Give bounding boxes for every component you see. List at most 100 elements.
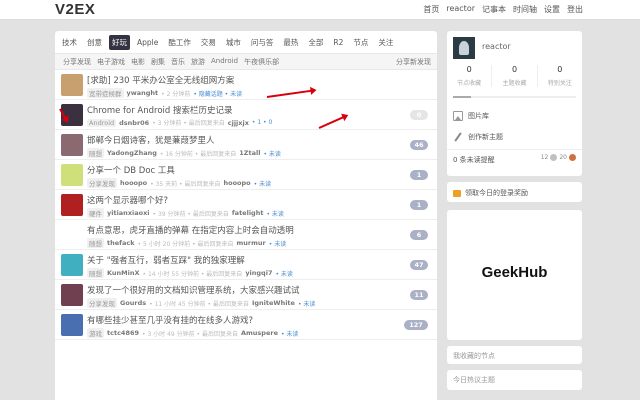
reply-count[interactable]: 127 <box>404 320 428 330</box>
last-reply-user[interactable]: fatelight <box>232 209 264 217</box>
topic-title[interactable]: 这两个显示器哪个好? <box>87 194 168 206</box>
topic-author[interactable]: KunMinX <box>107 269 140 277</box>
last-reply-user[interactable]: cjjjxjx <box>228 119 249 127</box>
topic-author[interactable]: thefack <box>107 239 135 247</box>
node-tag[interactable]: 宽带症候群 <box>87 88 124 98</box>
topic-author[interactable]: Gourds <box>120 299 146 307</box>
node-tag[interactable]: 硬件 <box>87 208 104 218</box>
topic-extra[interactable]: • 未读 <box>275 269 292 278</box>
subtab-music[interactable]: 音乐 <box>171 57 185 67</box>
topic-author[interactable]: tctc4869 <box>107 329 139 337</box>
nav-settings[interactable]: 设置 <box>544 4 560 15</box>
subtab-travel[interactable]: 旅游 <box>191 57 205 67</box>
avatar[interactable] <box>61 254 83 276</box>
topic-extra[interactable]: • 未读 <box>281 329 298 338</box>
tab-deals[interactable]: 交易 <box>198 35 219 50</box>
avatar[interactable] <box>61 224 83 246</box>
topic-title[interactable]: [求助] 230 平米办公室全无线组网方案 <box>87 74 234 86</box>
topic-extra[interactable]: • 隐藏话题 • 未读 <box>193 89 242 98</box>
node-tag[interactable]: 随想 <box>87 268 104 278</box>
node-tag[interactable]: Android <box>87 118 117 127</box>
v2ex-logo[interactable]: V2EX <box>55 1 95 18</box>
node-tag[interactable]: 分享发现 <box>87 298 117 308</box>
subtab-midnight[interactable]: 午夜俱乐部 <box>244 57 279 67</box>
reply-count[interactable]: 47 <box>410 260 428 270</box>
subtab-movies[interactable]: 电影 <box>131 57 145 67</box>
last-reply-user[interactable]: yingqi7 <box>245 269 272 277</box>
tab-r2[interactable]: R2 <box>330 36 346 49</box>
nav-notes[interactable]: 记事本 <box>482 4 506 15</box>
last-reply-user[interactable]: 1Ztall <box>239 149 260 157</box>
balance-badges[interactable]: 12 20 <box>541 154 576 161</box>
avatar[interactable] <box>61 134 83 156</box>
avatar[interactable] <box>61 164 83 186</box>
create-topic-link[interactable]: 创作新主题 <box>453 132 503 142</box>
tab-apple[interactable]: Apple <box>134 36 161 49</box>
tab-follow[interactable]: 关注 <box>375 35 396 50</box>
topic-author[interactable]: YadongZhang <box>107 149 157 157</box>
last-reply-user[interactable]: Amuspere <box>241 329 278 337</box>
topic-title[interactable]: 发现了一个很好用的文档知识管理系统，大家感兴趣试试 <box>87 284 300 296</box>
tab-qna[interactable]: 问与答 <box>248 35 277 50</box>
tab-tech[interactable]: 技术 <box>59 35 80 50</box>
nav-user[interactable]: reactor <box>446 4 475 15</box>
tab-play[interactable]: 好玩 <box>109 35 130 50</box>
ad-card[interactable]: GeekHub <box>447 210 582 340</box>
topic-extra[interactable]: • 未读 <box>269 239 286 248</box>
avatar[interactable] <box>61 314 83 336</box>
stat-node-favs[interactable]: 0 节点收藏 <box>447 65 493 87</box>
share-new-link[interactable]: 分享新发现 <box>396 57 431 67</box>
topic-title[interactable]: 分享一个 DB Doc 工具 <box>87 164 175 176</box>
topic-extra[interactable]: • 1 • 0 <box>252 119 272 126</box>
subtab-share[interactable]: 分享发现 <box>63 57 91 67</box>
topic-extra[interactable]: • 未读 <box>266 209 283 218</box>
reply-count[interactable]: 11 <box>410 290 428 300</box>
node-tag[interactable]: 随想 <box>87 238 104 248</box>
node-tag[interactable]: 游戏 <box>87 328 104 338</box>
tab-creative[interactable]: 创意 <box>84 35 105 50</box>
topic-title[interactable]: Chrome for Android 搜索栏历史记录 <box>87 104 233 116</box>
username[interactable]: reactor <box>482 42 511 51</box>
tab-all[interactable]: 全部 <box>305 35 326 50</box>
topic-author[interactable]: yitianxiaoxi <box>107 209 150 217</box>
topic-author[interactable]: ywanght <box>127 89 159 97</box>
tab-nodes[interactable]: 节点 <box>350 35 371 50</box>
reply-count[interactable]: 1 <box>410 170 428 180</box>
topic-title[interactable]: 邯郸今日烟诗客，犹是蒹葭梦里人 <box>87 134 215 146</box>
reply-count[interactable]: 6 <box>410 230 428 240</box>
avatar[interactable] <box>61 284 83 306</box>
topic-extra[interactable]: • 未读 <box>263 149 280 158</box>
last-reply-user[interactable]: murmur <box>237 239 266 247</box>
topic-title[interactable]: 有哪些挂少甚至几乎没有挂的在线多人游戏? <box>87 314 253 326</box>
nav-logout[interactable]: 登出 <box>567 4 583 15</box>
subtab-android[interactable]: Android <box>211 57 238 67</box>
reply-count[interactable]: 1 <box>410 200 428 210</box>
reply-count[interactable]: 46 <box>410 140 428 150</box>
topic-author[interactable]: dsnbr06 <box>119 119 149 127</box>
subtab-series[interactable]: 剧集 <box>151 57 165 67</box>
topic-extra[interactable]: • 未读 <box>254 179 271 188</box>
daily-reward-link[interactable]: 领取今日的登录奖励 <box>453 188 528 198</box>
nav-home[interactable]: 首页 <box>423 4 439 15</box>
stat-following[interactable]: 0 特别关注 <box>538 65 582 87</box>
topic-title[interactable]: 有点意思，虎牙直播的弹幕 在指定内容上时会自动透明 <box>87 224 294 236</box>
last-reply-user[interactable]: hooopo <box>224 179 251 187</box>
reply-count[interactable]: 0 <box>410 110 428 120</box>
user-avatar[interactable] <box>453 37 475 59</box>
nav-timeline[interactable]: 时间轴 <box>513 4 537 15</box>
avatar[interactable] <box>61 194 83 216</box>
unread-notifications[interactable]: 0 条未读提醒 <box>453 155 495 165</box>
topic-extra[interactable]: • 未读 <box>298 299 315 308</box>
node-tag[interactable]: 分享发现 <box>87 178 117 188</box>
images-link[interactable]: 图片库 <box>453 111 489 121</box>
node-tag[interactable]: 随想 <box>87 148 104 158</box>
topic-title[interactable]: 关于 "强者互行，弱者互踩" 我的独家理解 <box>87 254 245 266</box>
tab-city[interactable]: 城市 <box>223 35 244 50</box>
last-reply-user[interactable]: IgniteWhite <box>252 299 295 307</box>
stat-topic-favs[interactable]: 0 主题收藏 <box>492 65 538 87</box>
tab-jobs[interactable]: 酷工作 <box>165 35 194 50</box>
topic-author[interactable]: hooopo <box>120 179 147 187</box>
tab-hot[interactable]: 最热 <box>280 35 301 50</box>
subtab-games[interactable]: 电子游戏 <box>97 57 125 67</box>
avatar[interactable] <box>61 74 83 96</box>
